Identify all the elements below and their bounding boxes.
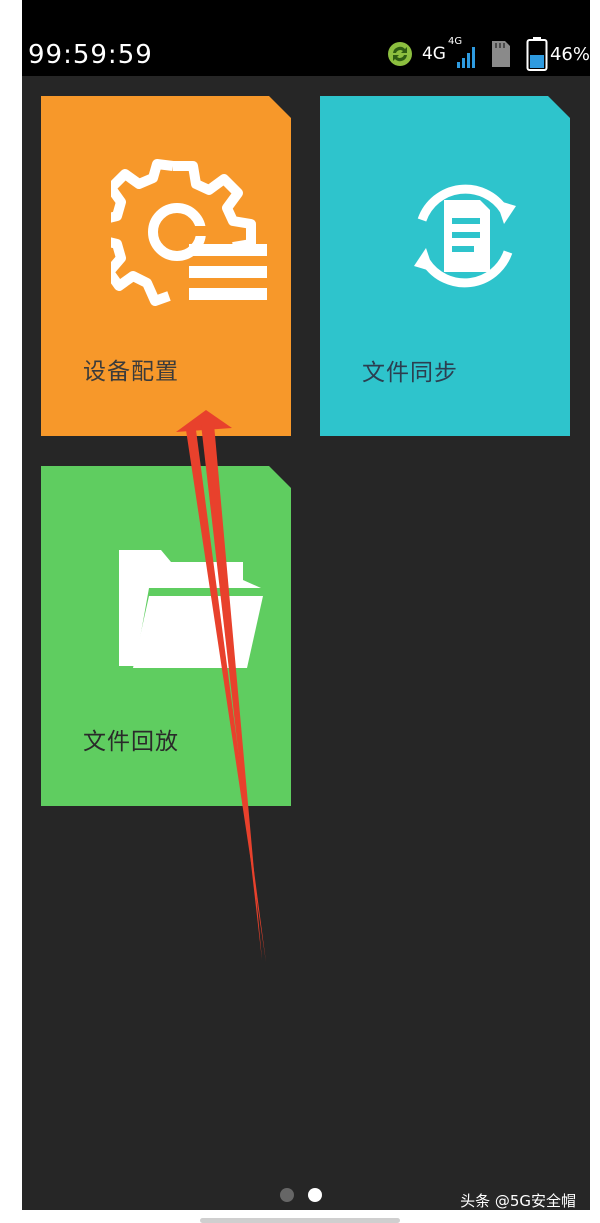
- home-indicator: [200, 1218, 400, 1223]
- annotation-arrow: [176, 410, 266, 962]
